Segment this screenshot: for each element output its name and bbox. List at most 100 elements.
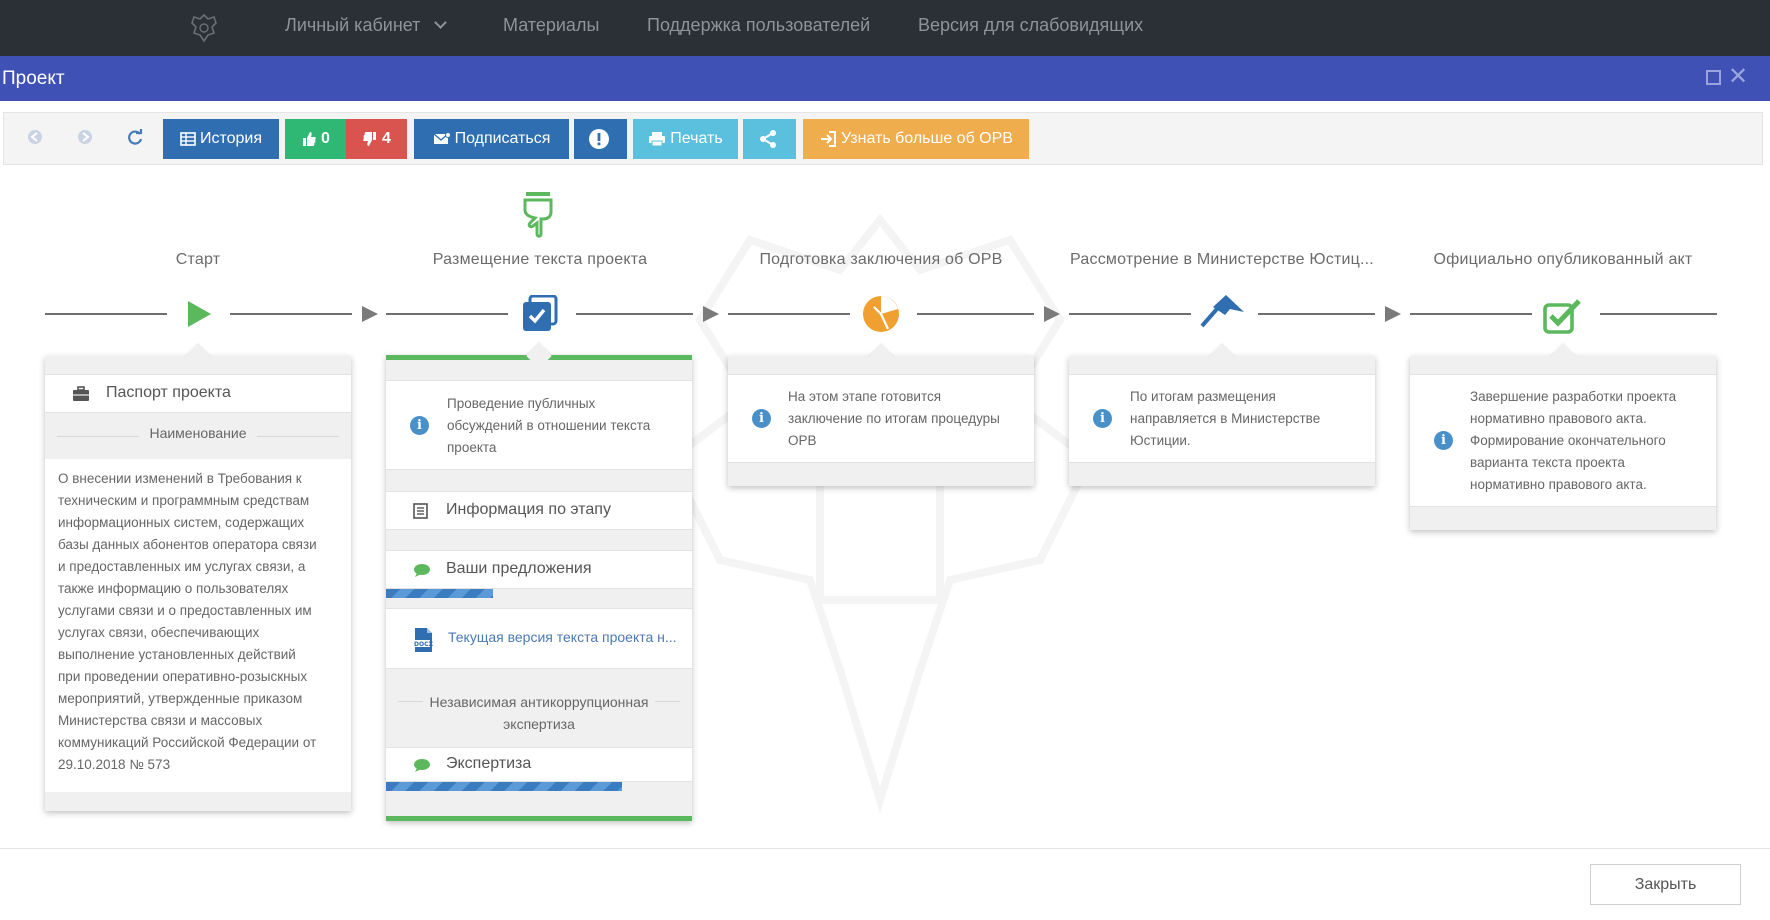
history-button-label: История — [199, 130, 263, 147]
dislikes-count: 4 — [382, 130, 391, 147]
project-name-line: мероприятий, утвержденные приказом — [58, 691, 303, 706]
arrow-up-icon[interactable] — [1200, 293, 1246, 333]
project-name-line: выполнение установленных действий — [58, 647, 296, 662]
stage-info-line: ОРВ — [788, 433, 817, 448]
timeline-line — [576, 313, 693, 315]
chevron-down-icon — [434, 16, 448, 29]
name-label: Наименование — [139, 425, 257, 441]
anticorruption-label: Независимая антикоррупционная экспертиза — [386, 691, 692, 735]
docx-file-icon: DOCX — [413, 628, 433, 652]
like-button[interactable]: 0 — [285, 119, 346, 159]
stage-information-label: Информация по этапу — [446, 501, 611, 518]
play-icon[interactable] — [186, 300, 212, 328]
stage-info-line: По итогам размещения — [1130, 389, 1276, 404]
stage-info-text: Проведение публичных обсуждений в отноше… — [447, 393, 650, 459]
project-name-line: и предоставленных им услугах связи, а — [58, 559, 306, 574]
project-name-line: также информацию о пользователях — [58, 581, 289, 596]
likes-count: 0 — [321, 130, 330, 147]
nav-materials[interactable]: Материалы — [503, 15, 599, 36]
stage-info-row: i Проведение публичных обсуждений в отно… — [386, 380, 692, 470]
stage-info-line: направляется в Министерстве — [1130, 411, 1321, 426]
project-name-line: Министерства связи и массовых — [58, 713, 263, 728]
your-proposals-label: Ваши предложения — [446, 560, 592, 577]
stage-info-text: Завершение разработки проекта нормативно… — [1470, 386, 1676, 496]
briefcase-icon — [73, 386, 89, 401]
print-icon — [649, 132, 666, 147]
print-button-label: Печать — [670, 130, 723, 147]
current-text-version-link[interactable]: Текущая версия текста проекта н... — [448, 629, 677, 645]
stage-card-start: Паспорт проекта Наименование О внесении … — [45, 344, 351, 811]
current-text-version-row[interactable]: DOCX Текущая версия текста проекта н... — [386, 608, 692, 669]
expertise-progress-bar — [386, 782, 622, 791]
thumbs-down-icon — [363, 132, 377, 146]
info-icon: i — [752, 409, 771, 428]
nav-personal-cabinet[interactable]: Личный кабинет — [285, 15, 448, 36]
stage-info-row: i Завершение разработки проекта норматив… — [1410, 374, 1716, 507]
top-navbar: Личный кабинет Материалы Поддержка польз… — [0, 0, 1770, 56]
stage-info-row: i На этом этапе готовится заключение по … — [728, 374, 1034, 463]
stage-card-orv-conclusion: i На этом этапе готовится заключение по … — [728, 344, 1034, 486]
stage-info-text: По итогам размещения направляется в Мини… — [1130, 386, 1320, 452]
project-name-line: услугами связи и о предоставленных им — [58, 603, 312, 618]
close-button[interactable]: Закрыть — [1590, 864, 1741, 905]
project-passport-row[interactable]: Паспорт проекта — [45, 374, 351, 413]
toolbar: История 0 4 Подписаться Печать Узнать бо… — [3, 112, 1763, 165]
nav-user-support[interactable]: Поддержка пользователей — [647, 15, 870, 36]
coat-of-arms-logo[interactable] — [187, 12, 221, 44]
learn-more-button[interactable]: Узнать больше об ОРВ — [803, 119, 1029, 159]
stage-card-published-act: i Завершение разработки проекта норматив… — [1410, 344, 1716, 530]
dislike-button[interactable]: 4 — [346, 119, 407, 159]
anticorruption-line-1: Независимая антикоррупционная — [423, 694, 655, 710]
print-button[interactable]: Печать — [633, 119, 738, 159]
timeline-line — [728, 313, 850, 315]
your-proposals-row[interactable]: Ваши предложения — [386, 550, 692, 589]
stage-information-row[interactable]: Информация по этапу — [386, 491, 692, 530]
document-check-icon[interactable] — [520, 295, 558, 333]
subscribe-button[interactable]: Подписаться — [414, 119, 569, 159]
stage-title-published-act: Официально опубликованный акт — [1433, 251, 1693, 268]
pie-chart-icon[interactable] — [862, 295, 900, 333]
share-button[interactable] — [743, 119, 796, 159]
stage-info-line: заключение по итогам процедуры — [788, 411, 1000, 426]
stage-title-placement: Размещение текста проекта — [432, 251, 648, 268]
close-icon[interactable]: ✕ — [1728, 65, 1748, 89]
maximize-icon[interactable] — [1706, 70, 1721, 85]
alert-button[interactable] — [574, 119, 627, 159]
modal-header: Проект ✕ — [0, 56, 1770, 101]
envelope-icon — [433, 132, 451, 144]
arrow-right-icon — [703, 306, 719, 322]
timeline-line — [230, 313, 352, 315]
stage-info-line: проекта — [447, 440, 497, 455]
arrow-right-icon — [1044, 306, 1060, 322]
stage-info-line: варианта текста проекта — [1470, 455, 1625, 470]
back-icon[interactable] — [25, 127, 45, 147]
learn-more-button-label: Узнать больше об ОРВ — [841, 130, 1013, 147]
list-icon — [413, 503, 428, 519]
pointing-hand-icon — [523, 192, 553, 238]
modal-title: Проект — [2, 68, 65, 89]
nav-accessible-version[interactable]: Версия для слабовидящих — [918, 15, 1143, 36]
checkbox-icon[interactable] — [1543, 298, 1581, 334]
timeline-line — [45, 313, 167, 315]
refresh-icon[interactable] — [125, 127, 145, 147]
info-icon: i — [410, 416, 429, 435]
timeline-line — [1410, 313, 1532, 315]
thumbs-up-icon — [303, 132, 316, 146]
timeline-line — [1600, 313, 1717, 315]
arrow-right-icon — [1385, 306, 1401, 322]
share-icon — [759, 130, 776, 148]
info-icon: i — [1434, 431, 1453, 450]
svg-text:DOCX: DOCX — [414, 641, 433, 648]
exclamation-icon — [588, 129, 609, 149]
stage-info-line: нормативно правового акта. — [1470, 411, 1647, 426]
proposals-progress-bar — [386, 589, 494, 598]
project-name-line: при проведении оперативно-розыскных — [58, 669, 308, 684]
stage-title-start: Старт — [175, 251, 221, 268]
anticorruption-line: Независимая антикоррупционная — [386, 691, 692, 713]
history-button[interactable]: История — [163, 119, 279, 159]
expertise-row[interactable]: Экспертиза — [386, 747, 692, 782]
project-name-line: коммуникаций Российской Федерации от — [58, 735, 317, 750]
footer-divider — [0, 848, 1770, 849]
forward-icon[interactable] — [75, 127, 95, 147]
stage-info-line: нормативно правового акта. — [1470, 477, 1647, 492]
